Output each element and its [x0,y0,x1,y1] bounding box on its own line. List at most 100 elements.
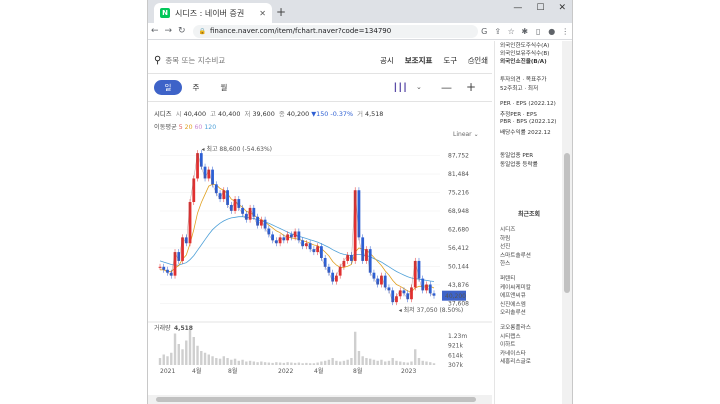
x-tick-label: 2021 [160,368,175,375]
profile-icon[interactable]: ● [545,27,559,36]
volume-bar [410,361,413,365]
opinion-row: 투자의견 · 목표주가 [500,77,547,83]
volume-bar [252,361,256,365]
volume-bar [402,362,406,365]
volume-bar [357,351,361,365]
candle-body [267,228,271,235]
google-icon[interactable]: G [478,27,492,36]
volume-bar [188,330,192,365]
x-tick-label: 8월 [228,367,237,375]
x-tick-label: 2022 [278,368,293,375]
volume-bar [196,345,199,365]
candle-body [368,249,372,273]
volume-bar [301,363,304,365]
volume-bar [391,358,394,365]
recent-stock-link[interactable]: 세홍리스글로 [500,357,531,365]
candle-body [173,252,177,276]
share-icon[interactable]: ⇪ [491,27,505,36]
browser-tab[interactable]: N 시디즈 : 네이버 증권 ✕ [154,3,272,23]
candle-body [218,193,222,200]
scrollbar-thumb[interactable] [564,153,570,293]
recent-stock-link[interactable]: 선진 [500,242,510,250]
candle-body [226,190,229,205]
volume-bar [429,362,432,365]
recent-stock-link[interactable]: 카네이스타 [500,349,526,357]
recent-stock-link[interactable]: 케이씨케미칼 [500,283,531,291]
vertical-scrollbar[interactable] [562,41,572,404]
volume-bar [414,349,417,365]
recent-stock-link[interactable]: 퍼텐티 [500,274,515,282]
volume-bar [432,363,436,365]
recent-stock-link[interactable]: 스마트솔루션 [500,251,531,259]
info-sidebar: 외국인한도주식수(A) 외국인보유주식수(B) 외국인소진율(B/A) 투자의견… [494,41,562,404]
y-tick-label: 43,876 [448,282,469,289]
volume-bar [222,356,226,365]
candle-body [199,153,203,167]
browser-window: N 시디즈 : 네이버 증권 ✕ + — ☐ ✕ ← → ↻ 🔒 finance… [148,0,572,404]
new-tab-icon[interactable]: + [276,5,286,19]
candle-body [387,287,391,291]
window-controls: — ☐ ✕ [513,3,566,13]
candle-body [428,284,432,294]
volume-panel-label: 거래량 [154,324,171,332]
scrollbar-thumb[interactable] [156,397,476,402]
volume-bar [260,361,263,365]
menu-icon[interactable]: ⋮ [559,27,573,36]
volume-tick-label: 1.23m [448,333,467,340]
recent-stock-link[interactable]: 한스 [500,259,510,267]
volume-bar [331,358,334,365]
volume-bar [162,354,165,365]
candle-body [308,243,312,250]
extension-icon[interactable]: ✱ [518,27,532,36]
price-line [159,153,435,303]
volume-tick-label: 614k [448,352,463,359]
recent-stock-link[interactable]: 시디즈 [500,225,515,233]
volume-bar [245,361,248,365]
reload-icon[interactable]: ↻ [175,26,189,36]
recent-stock-link[interactable]: 이하트 [500,340,515,348]
candle-body [271,234,275,241]
star-icon[interactable]: ☆ [505,27,519,36]
volume-bar [170,352,173,365]
volume-bar [395,360,398,365]
forward-icon[interactable]: → [162,26,176,36]
y-tick-label: 75,216 [448,190,469,197]
volume-bar [365,358,368,365]
volume-bar [241,359,244,365]
candle-body [402,290,406,294]
page-content: ⚲ 공시 보조지표 도구 ⎙인쇄 일 주 월 ┃┃┃ ⌄ — + [148,41,572,404]
sidepanel-icon[interactable]: ▯ [532,27,546,36]
candle-body [166,269,169,273]
foreign-ratio-row: 외국인소진율(B/A) [500,59,547,65]
window-close-icon[interactable]: ✕ [558,3,566,13]
minimize-icon[interactable]: — [513,3,522,13]
candle-body [342,260,346,267]
current-price-label: 40,200 [445,293,466,300]
volume-bar [384,361,387,365]
recent-stock-link[interactable]: 오리솔루션 [500,308,526,316]
tab-close-icon[interactable]: ✕ [259,9,266,18]
volume-tick-label: 307k [448,362,463,369]
candle-body [319,246,323,258]
volume-bar [368,358,372,365]
recent-stock-link[interactable]: 시티랩스 [500,332,521,340]
recent-stock-link[interactable]: 신진에스엠 [500,300,526,308]
volume-bar [185,340,188,365]
candle-body [181,237,184,261]
recent-stock-link[interactable]: 에프앤씨큐 [500,291,526,299]
y-tick-label: 56,412 [448,245,469,252]
lock-icon[interactable]: 🔒 [199,28,206,35]
maximize-icon[interactable]: ☐ [536,3,544,13]
volume-bar [308,363,312,365]
candle-body [338,266,342,276]
address-bar[interactable]: 🔒 finance.naver.com/item/fchart.naver?co… [192,24,478,38]
price-chart[interactable]: 87,752 81,484 75,216 68,948 62,680 56,412 50,1… [148,41,492,404]
naver-favicon-icon: N [160,8,170,18]
recent-stock-link[interactable]: 코오롱플라스 [500,323,531,331]
candle-body [395,296,398,303]
back-icon[interactable]: ← [148,26,162,36]
recent-stock-link[interactable]: 하림 [500,234,510,242]
volume-bar [218,358,222,365]
horizontal-scrollbar[interactable] [148,395,492,404]
volume-bar [166,356,169,365]
